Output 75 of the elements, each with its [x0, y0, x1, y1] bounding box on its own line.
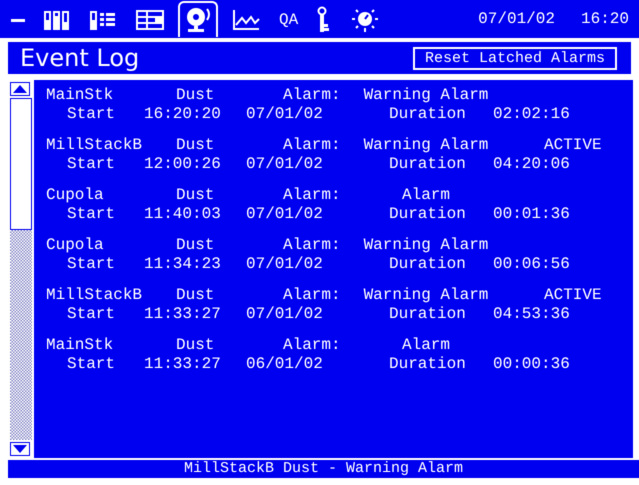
duration-label: Duration — [389, 205, 467, 224]
alarm-level: Warning Alarm — [364, 136, 488, 155]
source-name: MillStackB — [46, 136, 144, 155]
alarm-level: Alarm — [402, 336, 450, 355]
start-time: 11:33:27 — [144, 305, 222, 324]
scrollbar[interactable] — [8, 80, 34, 458]
start-label: Start — [67, 205, 116, 224]
reset-alarms-button[interactable]: Reset Latched Alarms — [412, 46, 617, 70]
start-date: 07/01/02 — [246, 255, 324, 274]
minus-icon — [11, 18, 25, 22]
date-text: 07/01/02 — [478, 10, 555, 28]
line-chart-icon — [231, 8, 261, 32]
start-date: 06/01/02 — [246, 355, 324, 374]
alarm-level: Warning Alarm — [364, 86, 488, 105]
alarm-level: Alarm — [402, 186, 450, 205]
status-text: ACTIVE — [544, 286, 603, 305]
time-text: 16:20 — [580, 10, 629, 28]
status-text: ACTIVE — [544, 136, 603, 155]
duration-value: 00:00:36 — [493, 355, 571, 374]
table-icon — [135, 8, 165, 32]
source-name: MainStk — [46, 336, 114, 355]
start-time: 16:20:20 — [144, 105, 222, 124]
duration-label: Duration — [389, 305, 467, 324]
measure-type: Dust — [176, 286, 216, 305]
duration-label: Duration — [389, 155, 467, 174]
alarm-level: Warning Alarm — [364, 236, 488, 255]
sun-gauge-icon — [350, 7, 380, 33]
source-name: Cupola — [46, 186, 105, 205]
duration-value: 00:01:36 — [493, 205, 571, 224]
source-name: Cupola — [46, 236, 105, 255]
start-label: Start — [67, 105, 116, 124]
scroll-up-button[interactable] — [10, 82, 30, 96]
duration-value: 04:20:06 — [493, 155, 571, 174]
alarm-label: Alarm: — [283, 286, 342, 305]
duration-label: Duration — [389, 355, 467, 374]
source-name: MainStk — [46, 86, 114, 105]
start-time: 12:00:26 — [144, 155, 222, 174]
qa-tab[interactable]: QA — [274, 1, 304, 37]
duration-label: Duration — [389, 105, 467, 124]
status-bar: MillStackB Dust - Warning Alarm — [8, 460, 639, 478]
start-label: Start — [67, 305, 116, 324]
start-time: 11:33:27 — [144, 355, 222, 374]
duration-value: 04:53:36 — [493, 305, 571, 324]
start-date: 07/01/02 — [246, 305, 324, 324]
start-label: Start — [67, 355, 116, 374]
start-label: Start — [67, 155, 116, 174]
down-arrow-icon — [13, 445, 27, 453]
measure-type: Dust — [176, 236, 216, 255]
measure-type: Dust — [176, 136, 216, 155]
alarm-level: Warning Alarm — [364, 286, 488, 305]
page-title: Event Log — [20, 44, 140, 72]
alarm-label: Alarm: — [283, 336, 342, 355]
start-date: 07/01/02 — [246, 205, 324, 224]
alarm-label: Alarm: — [283, 186, 342, 205]
start-time: 11:34:23 — [144, 255, 222, 274]
start-label: Start — [67, 255, 116, 274]
duration-value: 02:02:16 — [493, 105, 571, 124]
measure-type: Dust — [176, 336, 216, 355]
duration-value: 00:06:56 — [493, 255, 571, 274]
source-name: MillStackB — [46, 286, 144, 305]
start-date: 07/01/02 — [246, 105, 324, 124]
up-arrow-icon — [13, 85, 27, 93]
alarm-label: Alarm: — [283, 86, 342, 105]
alarm-label: Alarm: — [283, 136, 342, 155]
alarm-label: Alarm: — [283, 236, 342, 255]
measure-type: Dust — [176, 186, 216, 205]
bar-gauges-icon — [43, 8, 71, 32]
start-date: 07/01/02 — [246, 155, 324, 174]
duration-label: Duration — [389, 255, 467, 274]
measure-type: Dust — [176, 86, 216, 105]
scroll-thumb[interactable] — [10, 98, 32, 230]
scroll-down-button[interactable] — [10, 442, 30, 456]
gauge-list-icon — [89, 8, 117, 32]
bell-tab[interactable] — [178, 1, 218, 37]
start-time: 11:40:03 — [144, 205, 222, 224]
